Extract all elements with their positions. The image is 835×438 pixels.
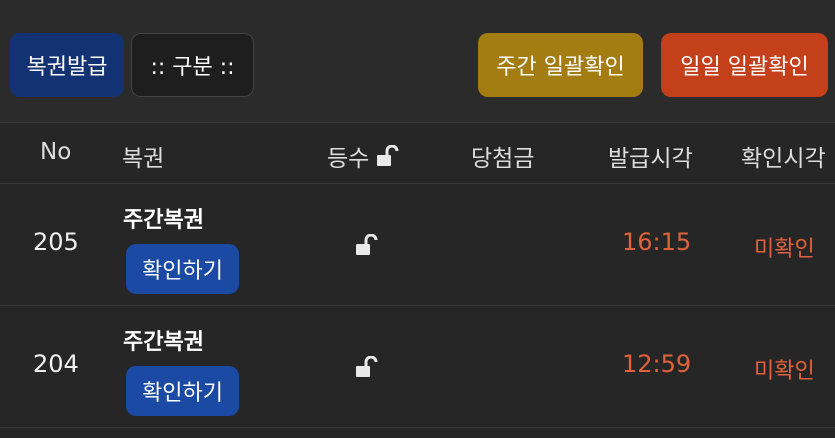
column-header-issued-time: 발급시각: [608, 146, 693, 172]
issue-ticket-button[interactable]: 복권발급: [10, 33, 124, 97]
confirm-status: 미확인: [754, 237, 815, 262]
issued-time: 12:59: [622, 350, 692, 378]
column-header-confirmed-time: 확인시각: [741, 146, 826, 172]
column-header-rank: 등수: [327, 139, 401, 173]
row-no: 204: [33, 350, 79, 378]
column-header-prize: 당첨금: [471, 146, 535, 172]
confirm-status: 미확인: [754, 359, 815, 384]
category-select[interactable]: :: 구분 ::: [131, 33, 254, 97]
check-ticket-button[interactable]: 확인하기: [126, 366, 239, 416]
row-no: 205: [33, 228, 79, 256]
check-ticket-button[interactable]: 확인하기: [126, 244, 239, 294]
ticket-table: No 복권 등수 당첨금 발급시각 확인시각 205 주간복권 확인하기 16:…: [0, 122, 835, 428]
ticket-name: 주간복권: [123, 330, 204, 355]
ticket-name: 주간복권: [123, 208, 204, 233]
table-row: 204 주간복권 확인하기 12:59 미확인: [0, 306, 835, 428]
unlock-icon: [354, 234, 380, 256]
unlock-icon: [354, 356, 380, 378]
table-row: 205 주간복권 확인하기 16:15 미확인: [0, 184, 835, 306]
column-header-no: No: [40, 139, 72, 165]
toolbar: 복권발급 :: 구분 :: 주간 일괄확인 일일 일괄확인: [0, 0, 835, 122]
weekly-confirm-all-button[interactable]: 주간 일괄확인: [478, 33, 643, 97]
column-header-ticket: 복권: [122, 146, 165, 172]
issued-time: 16:15: [622, 228, 692, 256]
column-header-rank-label: 등수: [327, 146, 370, 172]
table-header: No 복권 등수 당첨금 발급시각 확인시각: [0, 122, 835, 184]
daily-confirm-all-button[interactable]: 일일 일괄확인: [661, 33, 828, 97]
unlock-icon: [375, 145, 401, 167]
